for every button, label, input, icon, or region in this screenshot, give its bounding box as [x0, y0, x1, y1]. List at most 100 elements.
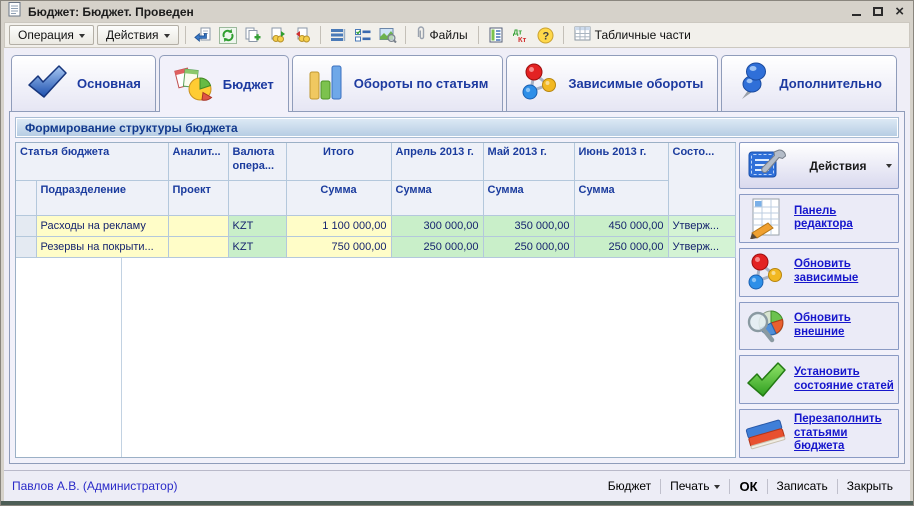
editor-panel-button[interactable]: Панель редактора: [739, 194, 899, 243]
maximize-button[interactable]: [873, 7, 883, 16]
cell-june[interactable]: 250 000,00: [574, 236, 668, 257]
structure-picture-icon[interactable]: [377, 24, 399, 46]
toolbar-separator: [185, 26, 186, 44]
refresh-external-button[interactable]: Обновить внешние: [739, 302, 899, 351]
cell-april[interactable]: 250 000,00: [391, 236, 483, 257]
report-icon[interactable]: [485, 24, 507, 46]
refresh-dependent-button[interactable]: Обновить зависимые: [739, 248, 899, 297]
col-header-april: Апрель 2013 г.: [391, 143, 483, 180]
row-indicator-cell[interactable]: [16, 236, 36, 257]
toolbar-separator: [320, 26, 321, 44]
side-actions-button[interactable]: Действия: [739, 142, 899, 189]
files-button[interactable]: Файлы: [412, 24, 472, 46]
col-header-indicator: [16, 180, 36, 215]
cell-june[interactable]: 450 000,00: [574, 215, 668, 236]
debit-credit-icon[interactable]: ДтКт: [510, 24, 532, 46]
tab-dopolnitelno[interactable]: Дополнительно: [721, 55, 897, 111]
add-record-icon[interactable]: [192, 24, 214, 46]
cell-total[interactable]: 1 100 000,00: [286, 215, 391, 236]
table-parts-icon: [574, 26, 591, 44]
tab-bar: Основная Бюджет Обороты по статьям Завис…: [4, 48, 910, 111]
row-indicator-cell[interactable]: [16, 215, 36, 236]
close-button[interactable]: ×: [895, 7, 904, 17]
cell-may[interactable]: 250 000,00: [483, 236, 574, 257]
post-document-icon[interactable]: [267, 24, 289, 46]
budget-footer-label: Бюджет: [608, 479, 651, 493]
col-header-sum-may: Сумма: [483, 180, 574, 215]
ok-button[interactable]: ОК: [730, 476, 766, 496]
cell-project[interactable]: [168, 236, 228, 257]
budget-document-window: Бюджет: Бюджет. Проведен × Операция Дейс…: [0, 0, 914, 506]
toolbar-separator: [563, 26, 564, 44]
unpost-document-icon[interactable]: [292, 24, 314, 46]
titlebar: Бюджет: Бюджет. Проведен ×: [1, 1, 913, 22]
operation-menu-button[interactable]: Операция: [9, 25, 94, 45]
list-rows-icon[interactable]: [327, 24, 349, 46]
section-header: Формирование структуры бюджета: [16, 118, 898, 137]
copy-add-icon[interactable]: [242, 24, 264, 46]
tab-oboroty-po-statyam[interactable]: Обороты по статьям: [292, 55, 504, 111]
col-header-sum-april: Сумма: [391, 180, 483, 215]
budget-table-area: Статья бюджета Аналит... Валюта опера...…: [15, 142, 736, 458]
table-row: Расходы на рекламу KZT 1 100 000,00 300 …: [16, 215, 735, 236]
actions-menu-button[interactable]: Действия: [97, 25, 179, 45]
tab-zavisimye-oboroty[interactable]: Зависимые обороты: [506, 55, 718, 111]
close-form-button[interactable]: Закрыть: [838, 476, 902, 496]
current-user-label: Павлов А.В. (Администратор): [12, 479, 599, 493]
paperclip-icon: [416, 26, 426, 45]
set-state-button[interactable]: Установить состояние статей: [739, 355, 899, 404]
col-header-currency-sub: [228, 180, 286, 215]
side-panel: Действия Панель редактора Обновить: [739, 142, 899, 458]
cell-article[interactable]: Резервы на покрыти...: [36, 236, 168, 257]
list-settings-icon[interactable]: [352, 24, 374, 46]
tabular-parts-button[interactable]: Табличные части: [570, 24, 695, 46]
tab-osnovnaya[interactable]: Основная: [11, 55, 156, 111]
cell-project[interactable]: [168, 215, 228, 236]
col-header-state: Состо...: [668, 143, 735, 215]
documents-pie-chart-icon: [174, 63, 214, 106]
cell-total[interactable]: 750 000,00: [286, 236, 391, 257]
dropdown-arrow-icon: [164, 34, 170, 41]
cell-april[interactable]: 300 000,00: [391, 215, 483, 236]
tabular-parts-label: Табличные части: [595, 28, 691, 42]
write-button[interactable]: Записать: [768, 476, 837, 496]
tab-byudzhet[interactable]: Бюджет: [159, 55, 289, 112]
header-row-2: Подразделение Проект Сумма Сумма Сумма С…: [16, 180, 735, 215]
cell-state[interactable]: Утверж...: [668, 215, 735, 236]
cell-article[interactable]: Расходы на рекламу: [36, 215, 168, 236]
refill-articles-button[interactable]: Перезаполнить статьями бюджета: [739, 409, 899, 458]
cell-state[interactable]: Утверж...: [668, 236, 735, 257]
table-row: Резервы на покрыти... KZT 750 000,00 250…: [16, 236, 735, 257]
column-splitter[interactable]: [121, 258, 122, 458]
dropdown-arrow-icon: [79, 34, 85, 41]
cell-currency[interactable]: KZT: [228, 236, 286, 257]
tab-label: Основная: [77, 76, 141, 91]
col-header-currency: Валюта опера...: [228, 143, 286, 180]
molecule-icon: [744, 252, 788, 292]
footer-bar: Павлов А.В. (Администратор) Бюджет Печат…: [4, 470, 910, 501]
form-body: Основная Бюджет Обороты по статьям Завис…: [4, 48, 910, 470]
section-title: Формирование структуры бюджета: [25, 121, 238, 135]
cell-currency[interactable]: KZT: [228, 215, 286, 236]
tab-label: Бюджет: [223, 77, 274, 92]
col-header-subdivision: Подразделение: [36, 180, 168, 215]
help-icon[interactable]: ?: [535, 24, 557, 46]
refresh-dependent-label: Обновить зависимые: [794, 258, 894, 286]
minimize-button[interactable]: [852, 7, 861, 16]
bar-chart-icon: [307, 63, 345, 104]
col-header-analytics: Аналит...: [168, 143, 228, 180]
tab-label: Дополнительно: [779, 76, 882, 91]
table-empty-area: [16, 258, 735, 458]
eraser-icon: [744, 416, 788, 452]
toolbar-separator: [405, 26, 406, 44]
col-header-june: Июнь 2013 г.: [574, 143, 668, 180]
budget-footer-button[interactable]: Бюджет: [599, 476, 660, 496]
print-button[interactable]: Печать: [661, 476, 729, 496]
tab-label: Обороты по статьям: [354, 76, 489, 91]
cell-may[interactable]: 350 000,00: [483, 215, 574, 236]
close-form-label: Закрыть: [847, 479, 893, 493]
svg-text:Кт: Кт: [518, 35, 527, 43]
refresh-external-label: Обновить внешние: [794, 312, 894, 340]
refresh-icon[interactable]: [217, 24, 239, 46]
document-icon: [8, 2, 22, 22]
